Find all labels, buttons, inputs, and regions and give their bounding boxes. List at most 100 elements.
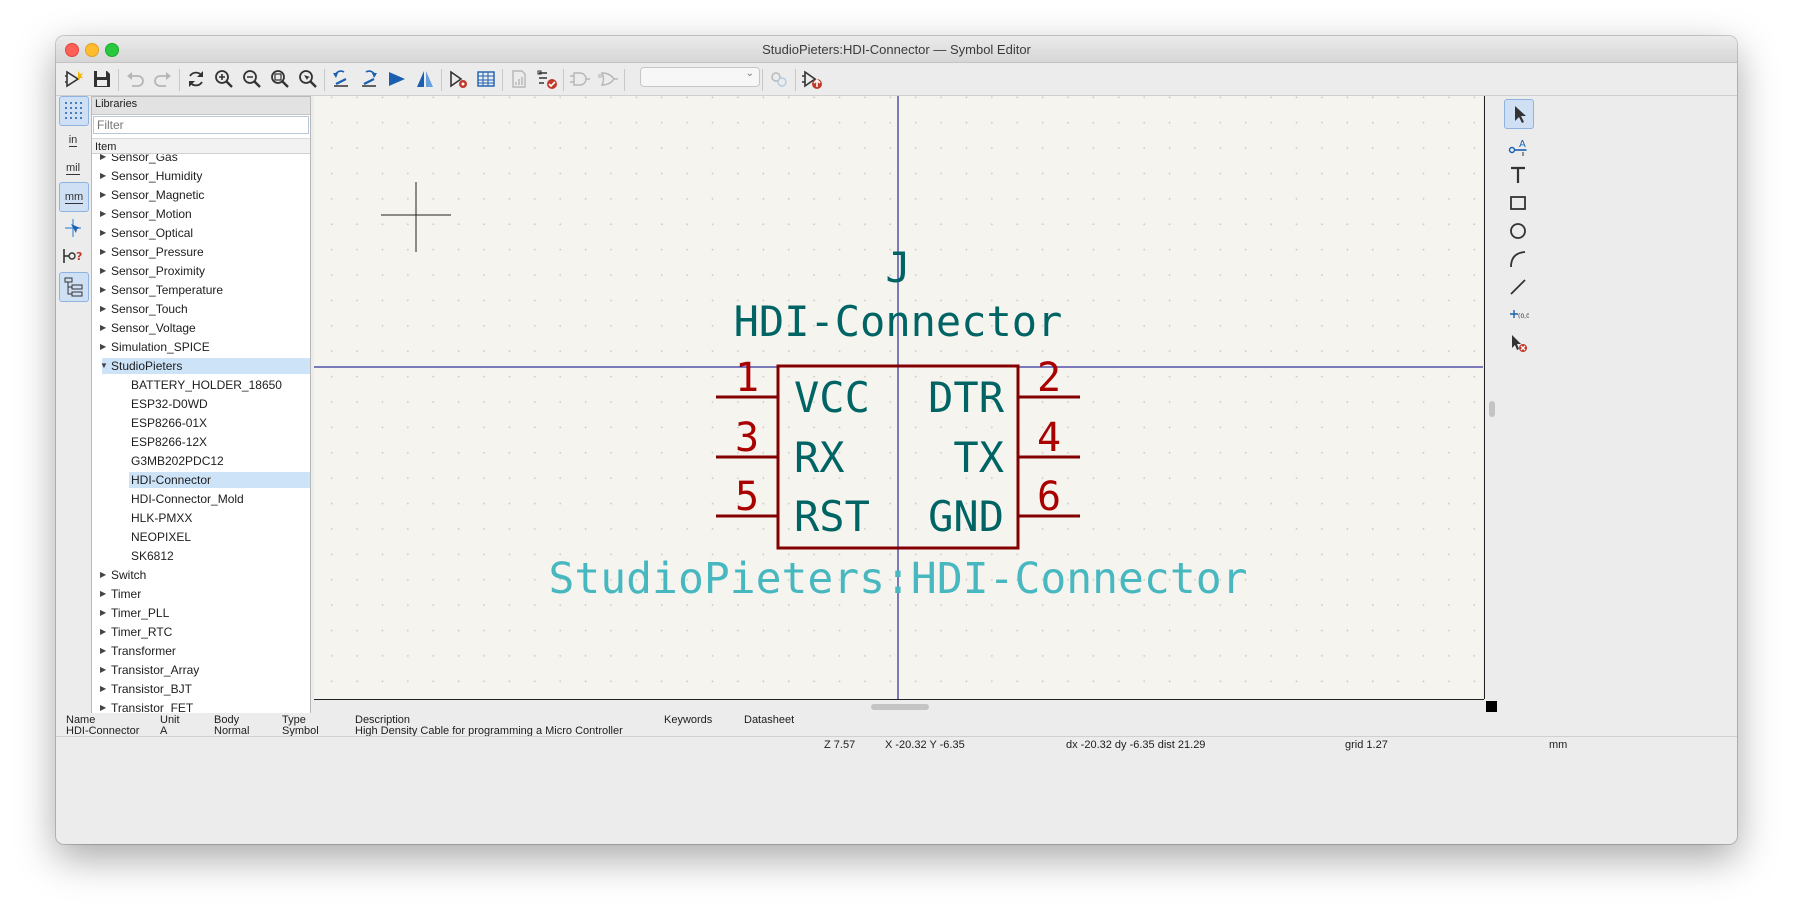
new-symbol-button[interactable]: [61, 67, 87, 91]
add-arc-button[interactable]: [1504, 245, 1532, 273]
chevron-right-icon[interactable]: ▶: [100, 643, 110, 659]
zoom-selection-button[interactable]: [295, 67, 321, 91]
window-title: StudioPieters:HDI-Connector — Symbol Edi…: [762, 42, 1031, 57]
library-tree-node[interactable]: ▶ Sensor_Motion: [92, 206, 310, 222]
library-tree-node[interactable]: ▶ Transistor_Array: [92, 662, 310, 678]
show-library-tree-button[interactable]: [59, 272, 89, 302]
library-tree-node[interactable]: ▶ Simulation_SPICE: [92, 339, 310, 355]
symbol-tree-item[interactable]: SK6812: [92, 548, 310, 564]
demorgan-standard-button[interactable]: [567, 67, 593, 91]
mirror-horizontal-button[interactable]: [412, 67, 438, 91]
symbol-tree-item[interactable]: BATTERY_HOLDER_18650: [92, 377, 310, 393]
library-tree-node[interactable]: ▶ Sensor_Voltage: [92, 320, 310, 336]
symbol-tree-item[interactable]: NEOPIXEL: [92, 529, 310, 545]
chevron-right-icon[interactable]: ▶: [100, 301, 110, 317]
delete-tool-button[interactable]: [1504, 329, 1532, 357]
pin-table-button[interactable]: [473, 67, 499, 91]
units-mm-button[interactable]: mm: [59, 182, 89, 212]
tree-item-label: Timer_RTC: [111, 625, 173, 639]
library-tree[interactable]: ▶ Sensor_Gas ▶ Sensor_Humidity ▶ Sensor_Magne…: [92, 154, 310, 724]
add-pin-button[interactable]: A: [1504, 133, 1532, 161]
chevron-right-icon[interactable]: ▶: [100, 244, 110, 260]
save-button[interactable]: [89, 67, 115, 91]
library-tree-node[interactable]: ▶ Sensor_Pressure: [92, 244, 310, 260]
library-tree-node[interactable]: ▶ Sensor_Optical: [92, 225, 310, 241]
datasheet-button[interactable]: [506, 67, 532, 91]
set-anchor-button[interactable]: (0,0): [1504, 301, 1532, 329]
library-tree-node[interactable]: ▶ Timer: [92, 586, 310, 602]
demorgan-alternate-button[interactable]: [595, 67, 621, 91]
horizontal-scroll-thumb[interactable]: [871, 704, 929, 710]
add-text-button[interactable]: [1504, 161, 1532, 189]
value-field[interactable]: HDI-Connector: [734, 297, 1063, 346]
sync-pins-button[interactable]: [766, 67, 792, 91]
zoom-in-button[interactable]: [211, 67, 237, 91]
units-inches-button[interactable]: in: [59, 126, 87, 154]
check-symbol-button[interactable]: [534, 67, 560, 91]
rotate-cw-button[interactable]: [356, 67, 382, 91]
library-tree-node[interactable]: ▼ StudioPieters: [100, 358, 310, 374]
chevron-right-icon[interactable]: ▶: [100, 662, 110, 678]
symbol-tree-item[interactable]: ESP8266-12X: [92, 434, 310, 450]
library-tree-node[interactable]: ▶ Sensor_Magnetic: [92, 187, 310, 203]
library-tree-node[interactable]: ▶ Sensor_Gas: [92, 154, 310, 165]
library-tree-node[interactable]: ▶ Sensor_Proximity: [92, 263, 310, 279]
chevron-right-icon[interactable]: ▶: [100, 187, 110, 203]
add-line-button[interactable]: [1504, 273, 1532, 301]
library-tree-node[interactable]: ▶ Timer_PLL: [92, 605, 310, 621]
select-tool-button[interactable]: [1504, 99, 1534, 129]
symbol-canvas[interactable]: J HDI-Connector StudioPieters:HDI-Connec…: [314, 96, 1483, 699]
refresh-button[interactable]: [183, 67, 209, 91]
chevron-right-icon[interactable]: ▶: [100, 154, 110, 165]
add-to-schematic-button[interactable]: [799, 67, 825, 91]
chevron-right-icon[interactable]: ▶: [100, 605, 110, 621]
canvas-horizontal-scrollbar[interactable]: [314, 699, 1484, 713]
undo-button[interactable]: [122, 67, 148, 91]
reference-field[interactable]: J: [885, 243, 910, 292]
symbol-editor-window: StudioPieters:HDI-Connector — Symbol Edi…: [56, 36, 1737, 844]
library-filter-input[interactable]: [93, 116, 309, 134]
library-tree-node[interactable]: ▶ Transistor_BJT: [92, 681, 310, 697]
footprint-field[interactable]: StudioPieters:HDI-Connector: [549, 554, 1248, 604]
add-rectangle-button[interactable]: [1504, 189, 1532, 217]
chevron-right-icon[interactable]: ▶: [100, 681, 110, 697]
symbol-tree-item[interactable]: HDI-Connector_Mold: [92, 491, 310, 507]
symbol-tree-item[interactable]: ESP32-D0WD: [92, 396, 310, 412]
zoom-fit-button[interactable]: [267, 67, 293, 91]
vertical-scroll-thumb[interactable]: [1489, 401, 1495, 417]
chevron-right-icon[interactable]: ▶: [100, 567, 110, 583]
chevron-right-icon[interactable]: ▶: [100, 263, 110, 279]
canvas-vertical-scrollbar[interactable]: [1484, 96, 1499, 699]
symbol-tree-item[interactable]: G3MB202PDC12: [92, 453, 310, 469]
symbol-properties-button[interactable]: [445, 67, 471, 91]
item-column-header[interactable]: Item: [92, 138, 310, 154]
units-mils-button[interactable]: mil: [59, 154, 87, 182]
library-tree-node[interactable]: ▶ Sensor_Temperature: [92, 282, 310, 298]
chevron-down-icon[interactable]: ▼: [100, 358, 110, 374]
library-tree-node[interactable]: ▶ Switch: [92, 567, 310, 583]
library-tree-node[interactable]: ▶ Sensor_Humidity: [92, 168, 310, 184]
rotate-ccw-button[interactable]: [328, 67, 354, 91]
add-circle-button[interactable]: [1504, 217, 1532, 245]
chevron-right-icon[interactable]: ▶: [100, 586, 110, 602]
mirror-vertical-button[interactable]: [384, 67, 410, 91]
chevron-right-icon[interactable]: ▶: [100, 624, 110, 640]
library-tree-node[interactable]: ▶ Timer_RTC: [92, 624, 310, 640]
chevron-right-icon[interactable]: ▶: [100, 225, 110, 241]
library-tree-node[interactable]: ▶ Transformer: [92, 643, 310, 659]
symbol-tree-item[interactable]: HLK-PMXX: [92, 510, 310, 526]
zoom-out-button[interactable]: [239, 67, 265, 91]
redo-button[interactable]: [150, 67, 176, 91]
grid-toggle-button[interactable]: [59, 96, 89, 126]
unit-select-dropdown[interactable]: ⌄: [640, 67, 760, 87]
chevron-right-icon[interactable]: ▶: [100, 320, 110, 336]
symbol-tree-item[interactable]: ESP8266-01X: [92, 415, 310, 431]
chevron-right-icon[interactable]: ▶: [100, 339, 110, 355]
show-pin-electrical-type-button[interactable]: ?: [59, 242, 87, 270]
library-tree-node[interactable]: ▶ Sensor_Touch: [92, 301, 310, 317]
chevron-right-icon[interactable]: ▶: [100, 282, 110, 298]
chevron-right-icon[interactable]: ▶: [100, 206, 110, 222]
chevron-right-icon[interactable]: ▶: [100, 168, 110, 184]
symbol-tree-item[interactable]: HDI-Connector: [129, 472, 310, 488]
cursor-shape-button[interactable]: [59, 214, 87, 242]
